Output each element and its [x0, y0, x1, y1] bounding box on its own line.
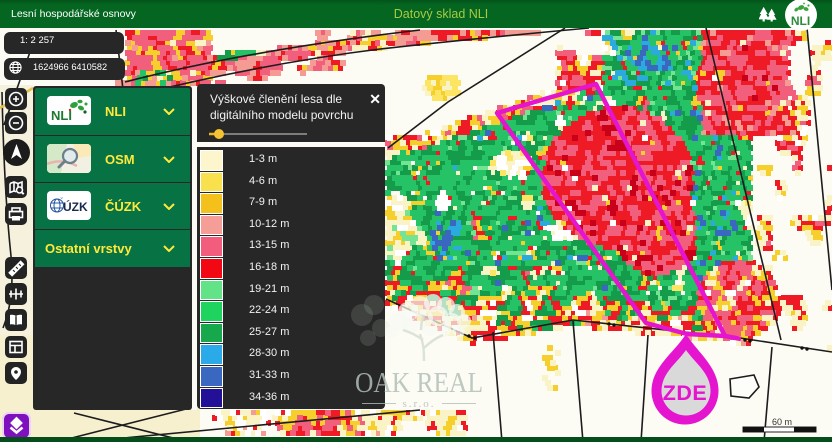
- svg-text:ÚZK: ÚZK: [63, 199, 88, 214]
- svg-text:NLI: NLI: [51, 108, 72, 123]
- svg-text:60 m: 60 m: [772, 417, 792, 427]
- svg-text:ZDE: ZDE: [663, 381, 708, 405]
- svg-text:NLI: NLI: [791, 14, 810, 28]
